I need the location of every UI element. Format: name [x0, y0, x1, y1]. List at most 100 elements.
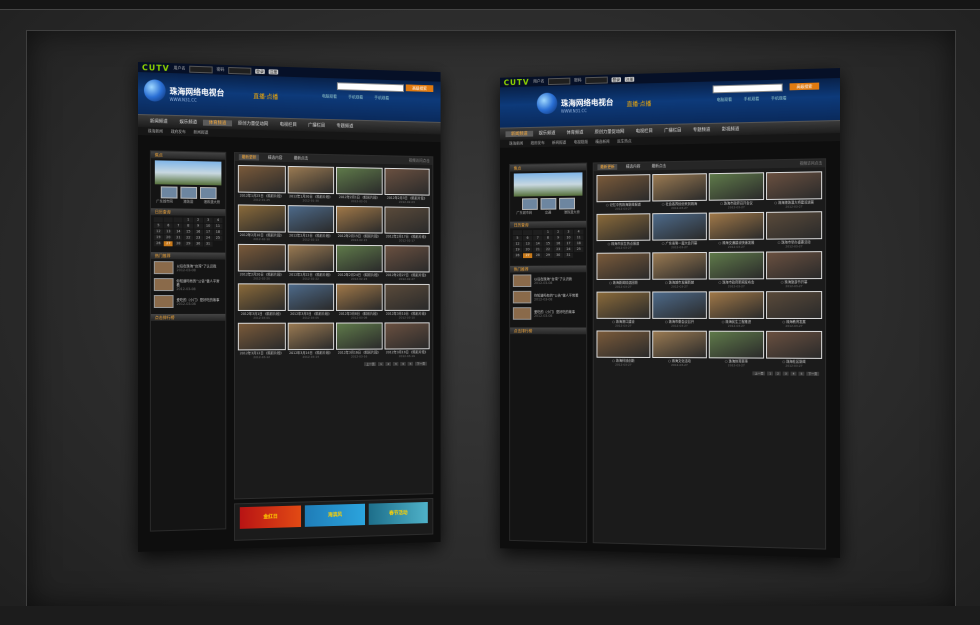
video-thumbnail[interactable] [708, 291, 765, 319]
calendar-day[interactable]: 31 [563, 252, 574, 258]
calendar-day[interactable]: 11 [213, 223, 223, 229]
calendar-day[interactable]: 21 [533, 247, 543, 253]
calendar-day[interactable]: 8 [183, 223, 193, 229]
calendar-day[interactable]: 16 [553, 241, 563, 247]
subnav-item[interactable]: 珠海新闻 [509, 141, 523, 147]
video-thumbnail[interactable] [596, 213, 651, 242]
video-thumbnail[interactable] [596, 252, 651, 280]
calendar-day[interactable]: 23 [193, 235, 203, 241]
video-thumbnail[interactable] [335, 244, 383, 273]
calendar-day[interactable]: 3 [563, 229, 574, 235]
login-button[interactable]: 登录 [255, 68, 265, 74]
calendar-day[interactable]: 10 [203, 223, 213, 229]
header-link[interactable]: 手机观看 [771, 95, 787, 101]
nav-item[interactable]: 娱乐频道 [533, 130, 561, 136]
calendar-day[interactable]: 5 [153, 223, 163, 229]
nav-item[interactable]: 电视栏目 [274, 122, 303, 129]
video-card[interactable]: ○ 珠海旅游节开幕 2012-03-27 [766, 251, 823, 288]
tab-featured[interactable]: 精选内容 [623, 164, 643, 170]
nav-item-active[interactable]: 新闻频道 [505, 130, 534, 138]
page-link[interactable]: 3 [782, 371, 789, 376]
password-field[interactable] [585, 76, 608, 84]
calendar-day[interactable]: 14 [533, 241, 543, 247]
nav-item[interactable]: 原创力量促动网 [232, 120, 274, 128]
focus-thumb[interactable] [199, 187, 217, 200]
nav-item[interactable]: 影视频道 [716, 126, 745, 133]
tab-most-clicked[interactable]: 最新点击 [291, 155, 311, 161]
username-field[interactable] [189, 65, 213, 73]
calendar-day[interactable]: 2 [553, 229, 563, 235]
calendar-day[interactable]: 5 [512, 235, 523, 241]
page-link[interactable]: 下一页 [806, 371, 820, 376]
subnav-item[interactable]: 政府发布 [171, 129, 186, 135]
password-field[interactable] [228, 66, 252, 75]
video-thumbnail[interactable] [237, 283, 286, 311]
calendar-day[interactable]: 22 [543, 247, 553, 253]
ad-banner[interactable]: 海滨风 [304, 503, 365, 527]
subnav-item[interactable]: 精选新闻 [595, 139, 609, 145]
hot-item[interactable]: 爱吃的（小门）是好吃的故事 2012-03-08 [510, 305, 586, 321]
page-link[interactable]: 2 [775, 371, 781, 376]
calendar-day[interactable]: 19 [512, 247, 523, 253]
nav-item[interactable]: 新闻频道 [144, 118, 174, 125]
video-thumbnail[interactable] [652, 251, 707, 280]
page-link[interactable]: 4 [400, 361, 406, 366]
calendar-day[interactable]: 27 [163, 241, 173, 247]
register-button[interactable]: 注册 [624, 76, 635, 82]
video-card[interactable]: 2012年2月1日 《精彩片段》 2012-02-01 [335, 166, 383, 204]
calendar-day[interactable]: 26 [153, 241, 163, 247]
calendar-day[interactable]: 15 [543, 241, 553, 247]
video-card[interactable]: ○ 珠海民生工程推进 2012-03-27 [708, 291, 765, 328]
subnav-item[interactable]: 民生热点 [617, 138, 631, 144]
calendar-day[interactable]: 20 [522, 247, 533, 253]
nav-item[interactable]: 专题频道 [331, 123, 359, 130]
video-thumbnail[interactable] [237, 243, 286, 272]
video-thumbnail[interactable] [287, 283, 335, 311]
focus-thumb[interactable] [160, 186, 177, 199]
video-card[interactable]: ○ 珠海港珠澳大桥建设进展 2012-03-27 [766, 171, 823, 209]
video-thumbnail[interactable] [384, 245, 430, 273]
calendar-day[interactable]: 23 [553, 247, 563, 253]
video-card[interactable]: ○ 社会各界纷纷来到珠海 2012-03-27 [652, 173, 707, 210]
video-card[interactable]: ○ 珠海社区新闻 2012-03-27 [766, 330, 823, 368]
calendar-day[interactable]: 20 [163, 235, 173, 241]
video-thumbnail[interactable] [237, 164, 286, 194]
ad-banner[interactable]: 金红日 [239, 505, 302, 529]
video-thumbnail[interactable] [766, 330, 823, 359]
calendar-day[interactable]: 7 [173, 223, 183, 229]
video-card[interactable]: 2012年2月22日 《精彩片段》 2012-02-22 [287, 244, 335, 281]
video-thumbnail[interactable] [596, 330, 651, 358]
focus-banner-image[interactable] [154, 160, 222, 186]
video-card[interactable]: 2012年2月20日 《精彩片段》 2012-02-20 [237, 243, 286, 281]
video-thumbnail[interactable] [335, 283, 383, 311]
page-link[interactable]: 1 [378, 362, 384, 366]
calendar-day[interactable]: 12 [153, 229, 163, 235]
calendar-day[interactable]: 4 [213, 217, 223, 223]
calendar-day[interactable]: 9 [193, 223, 203, 229]
focus-thumb[interactable] [179, 186, 197, 199]
calendar-day[interactable]: 19 [153, 235, 163, 241]
calendar-day[interactable]: 13 [522, 241, 533, 247]
live-link[interactable]: 直播·点播 [627, 99, 652, 108]
calendar-day[interactable]: 11 [574, 235, 584, 241]
calendar-day[interactable]: 12 [512, 241, 523, 247]
header-link[interactable]: 手机观看 [348, 94, 363, 100]
tab-latest[interactable]: 最新更新 [238, 154, 260, 161]
calendar-day[interactable]: 28 [533, 253, 543, 259]
video-thumbnail[interactable] [596, 174, 651, 203]
video-thumbnail[interactable] [766, 291, 823, 319]
calendar-day[interactable]: 1 [543, 229, 553, 235]
page-link[interactable]: 上一页 [752, 371, 766, 376]
calendar-day[interactable]: 17 [203, 229, 213, 235]
username-field[interactable] [547, 77, 571, 85]
calendar-day[interactable]: 31 [203, 241, 213, 247]
video-card[interactable]: 2012年2月17日 《精彩片段》 2012-02-17 [384, 206, 430, 243]
hot-item[interactable]: 爱吃的（小门）是好吃的故事 2012-03-08 [151, 293, 225, 310]
page-link[interactable]: 4 [790, 371, 797, 376]
calendar-day[interactable]: 29 [543, 253, 553, 258]
nav-item[interactable]: 专题频道 [687, 127, 716, 134]
search-button[interactable]: 高级搜索 [405, 84, 434, 93]
video-thumbnail[interactable] [287, 322, 335, 351]
video-card[interactable]: ○ 广东省第一届大会开幕 2012-03-27 [652, 212, 707, 250]
calendar-day[interactable]: 2 [193, 217, 203, 223]
